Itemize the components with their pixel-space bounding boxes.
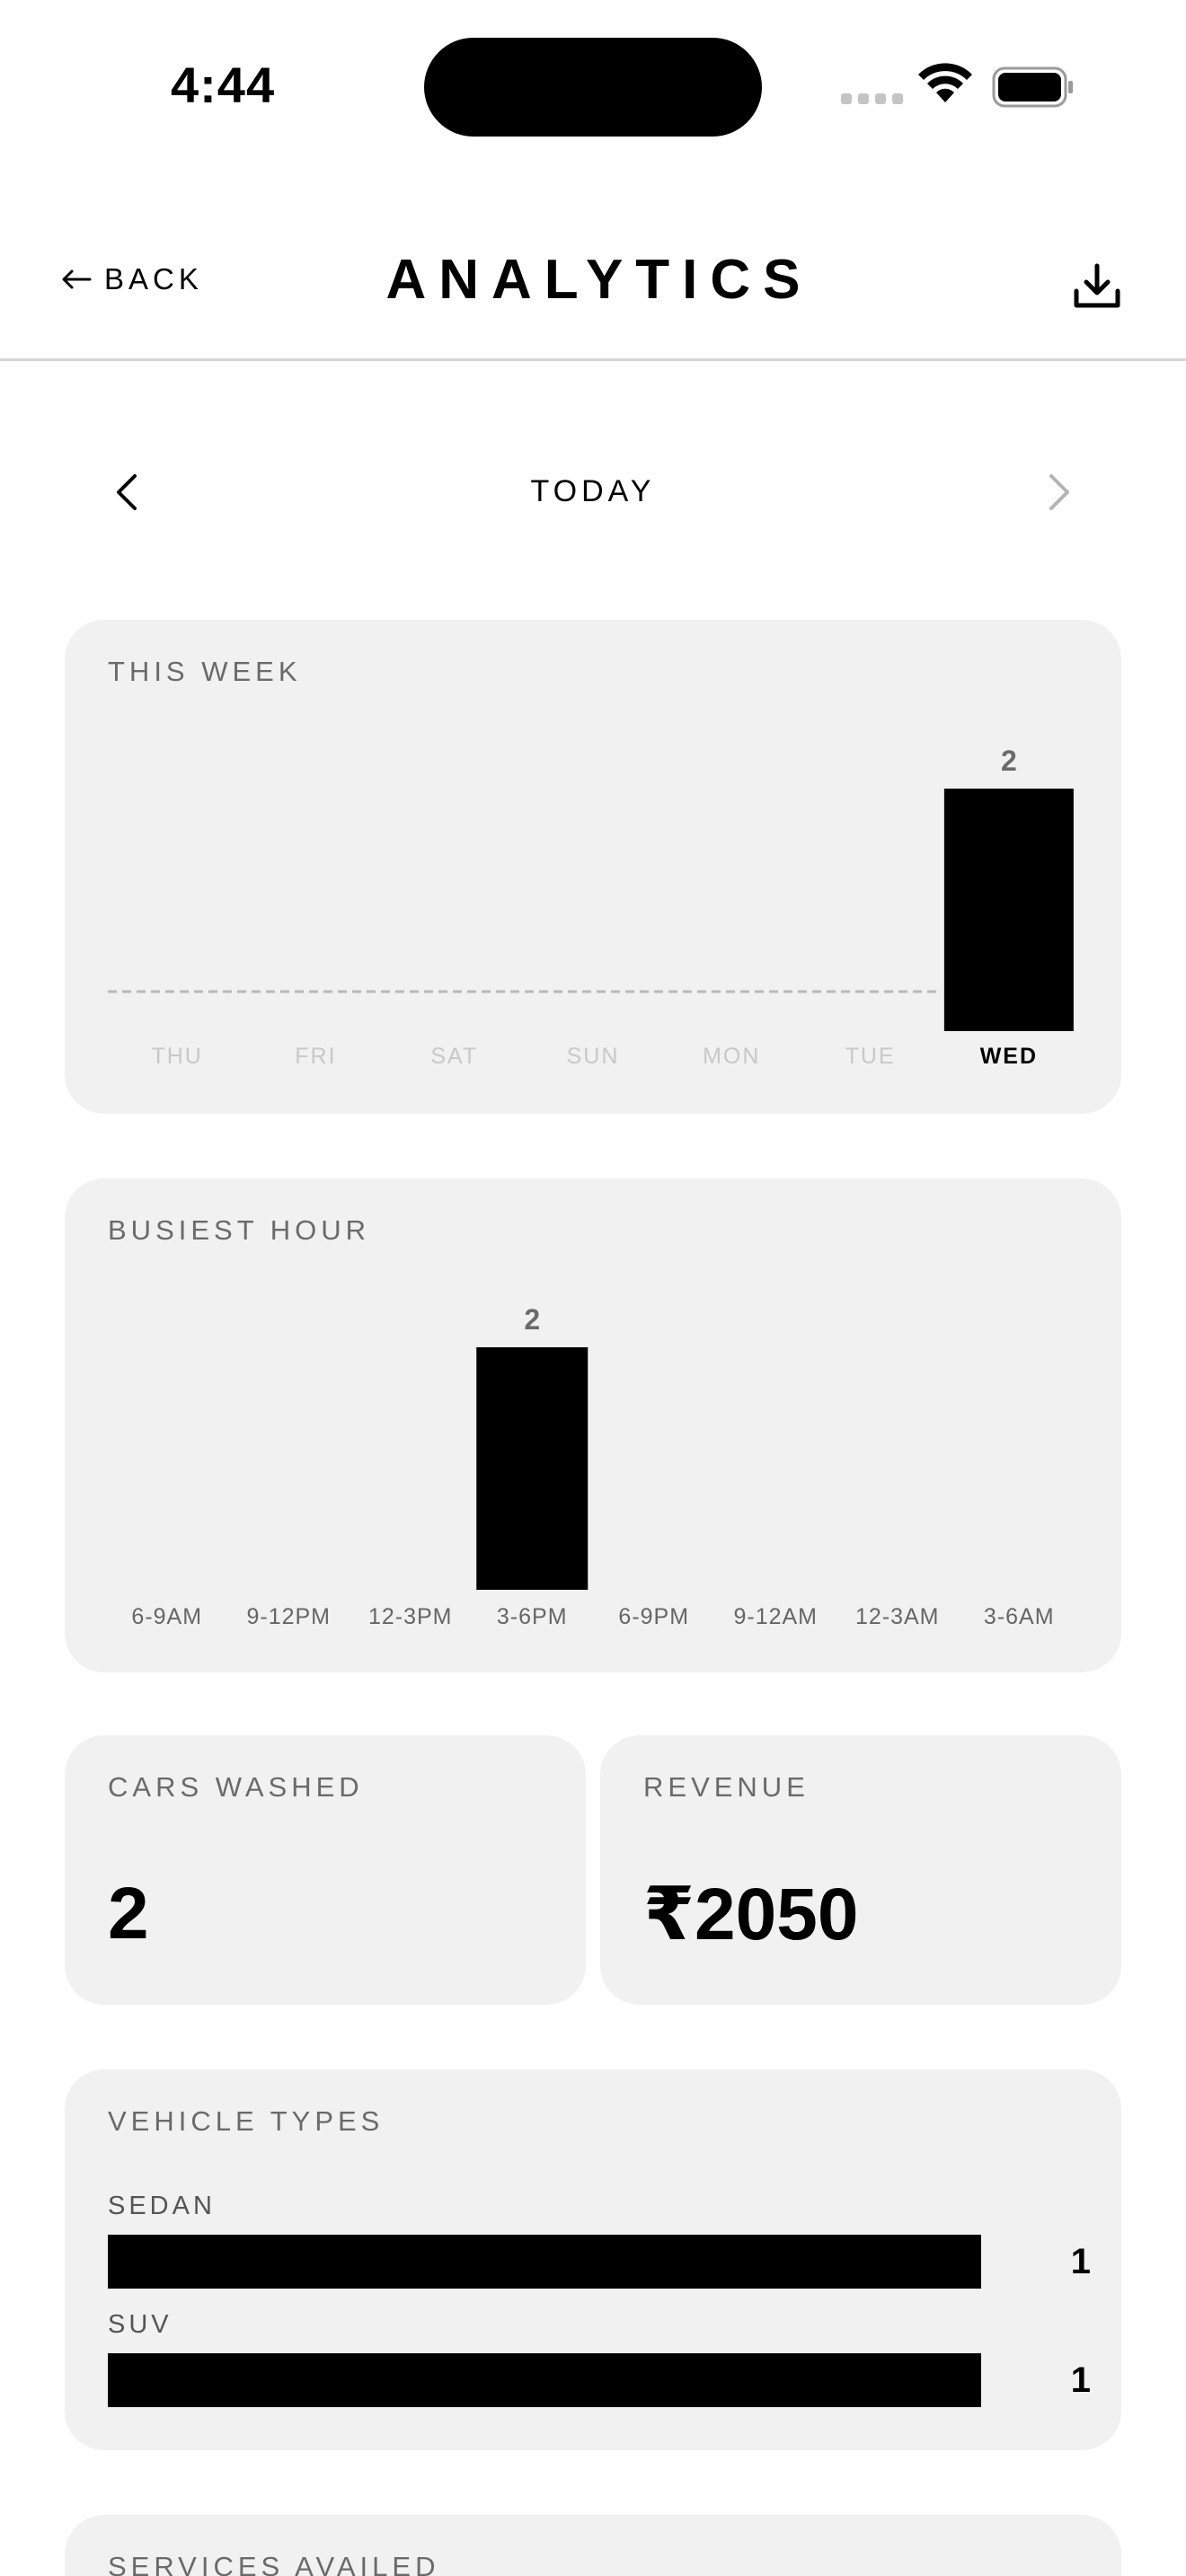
hour-slot-label: 6-9PM xyxy=(618,1604,689,1629)
this-week-chart: THU FRI SAT SUN MON TUE 2 WED xyxy=(108,745,1074,1069)
week-day-label: TUE xyxy=(845,1044,896,1069)
vehicle-type-label: SEDAN xyxy=(108,2192,216,2220)
week-day-label: FRI xyxy=(295,1044,336,1069)
wifi-icon xyxy=(918,63,972,102)
battery-icon xyxy=(992,66,1073,108)
vehicle-type-count: 1 xyxy=(1070,2242,1091,2281)
hour-slot-label: 3-6PM xyxy=(497,1604,568,1629)
cars-washed-label: CARS WASHED xyxy=(108,1771,364,1803)
cars-washed-card: CARS WASHED 2 xyxy=(65,1735,586,2005)
services-availed-title: SERVICES AVAILED xyxy=(108,2551,440,2576)
page-title: ANALYTICS xyxy=(385,249,813,311)
download-icon xyxy=(1074,263,1120,308)
vehicle-type-bar xyxy=(108,2235,981,2289)
revenue-card: REVENUE ₹2050 xyxy=(600,1735,1121,2005)
week-day-label: SAT xyxy=(430,1044,478,1069)
services-availed-card: SERVICES AVAILED xyxy=(65,2515,1121,2576)
vehicle-type-label: SUV xyxy=(108,2310,173,2339)
chevron-right-icon xyxy=(1049,474,1069,510)
vehicle-types-title: VEHICLE TYPES xyxy=(108,2105,385,2137)
hour-bar-value: 2 xyxy=(524,1303,540,1336)
dynamic-island xyxy=(424,38,762,137)
cars-washed-value: 2 xyxy=(108,1873,149,1954)
this-week-card: THIS WEEK THU FRI SAT SUN MON TUE 2 WED xyxy=(65,620,1121,1114)
hour-slot-label: 9-12PM xyxy=(246,1604,331,1629)
week-bar-wed xyxy=(943,789,1074,1031)
vehicle-type-count: 1 xyxy=(1070,2360,1091,2400)
date-label: TODAY xyxy=(530,474,656,508)
hour-slot-label: 12-3PM xyxy=(368,1604,453,1629)
hour-slot-label: 9-12AM xyxy=(733,1604,818,1629)
busiest-hour-chart: 6-9AM 9-12PM 12-3PM 2 3-6PM 6-9PM 9-12AM 12-3AM… xyxy=(131,1303,1055,1629)
cellular-signal-icon xyxy=(841,93,903,104)
week-day-label: MON xyxy=(703,1044,760,1069)
revenue-value: ₹2050 xyxy=(643,1874,859,1955)
download-button[interactable] xyxy=(1071,260,1123,317)
hour-slot-label: 3-6AM xyxy=(984,1604,1055,1629)
hour-slot-label: 12-3AM xyxy=(855,1604,940,1629)
date-navigator: TODAY xyxy=(0,449,1186,535)
status-time: 4:44 xyxy=(171,57,276,113)
week-bar-value: 2 xyxy=(1001,745,1017,777)
next-day-button[interactable] xyxy=(1042,472,1075,516)
vehicle-types-card: VEHICLE TYPES SEDAN 1 SUV 1 xyxy=(65,2069,1121,2450)
week-day-label: THU xyxy=(151,1044,202,1069)
status-bar: 4:44 xyxy=(0,0,1186,180)
revenue-label: REVENUE xyxy=(643,1771,810,1803)
busiest-hour-card: BUSIEST HOUR 6-9AM 9-12PM 12-3PM 2 3-6PM 6-9P… xyxy=(65,1178,1121,1672)
hour-slot-label: 6-9AM xyxy=(131,1604,202,1629)
app-header: BACK ANALYTICS xyxy=(0,180,1186,361)
week-day-label: WED xyxy=(980,1044,1038,1069)
hour-bar xyxy=(476,1347,589,1590)
vehicle-type-bar xyxy=(108,2353,981,2407)
week-day-label: SUN xyxy=(567,1044,620,1069)
